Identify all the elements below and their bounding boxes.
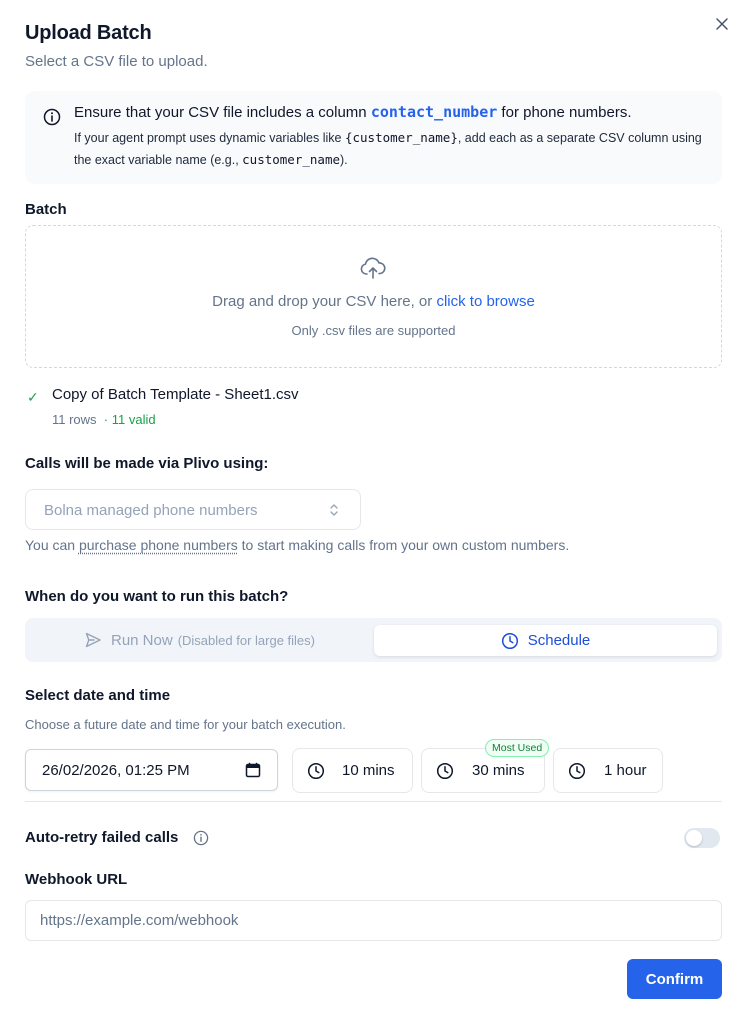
valid-count: · 11 valid <box>103 412 156 427</box>
dropzone-hint: Only .csv files are supported <box>291 323 456 338</box>
check-icon: ✓ <box>27 389 39 405</box>
calendar-icon[interactable] <box>245 762 261 778</box>
most-used-badge: Most Used <box>485 739 550 757</box>
confirm-button[interactable]: Confirm <box>627 959 722 999</box>
toggle-knob <box>686 830 702 846</box>
quick-1-hour-button[interactable]: 1 hour <box>553 748 663 793</box>
info-icon[interactable] <box>193 830 209 846</box>
close-button[interactable] <box>712 14 732 34</box>
dialog-subtitle: Select a CSV file to upload. <box>25 53 208 70</box>
row-count: 11 rows <box>52 412 97 427</box>
info-icon <box>43 108 61 126</box>
auto-retry-label: Auto-retry failed calls <box>25 829 179 846</box>
phone-number-select[interactable]: Bolna managed phone numbers <box>25 489 361 530</box>
dropzone-text: Drag and drop your CSV here, or click to… <box>212 293 535 310</box>
csv-dropzone[interactable]: Drag and drop your CSV here, or click to… <box>25 225 722 368</box>
info-secondary-text: If your agent prompt uses dynamic variab… <box>74 130 702 167</box>
batch-label: Batch <box>25 201 67 218</box>
calls-provider-label: Calls will be made via Plivo using: <box>25 455 269 472</box>
run-mode-toggle: Run Now (Disabled for large files) Schedu… <box>25 618 722 662</box>
clock-icon <box>307 762 325 780</box>
webhook-url-input[interactable] <box>25 900 722 941</box>
date-time-note: Choose a future date and time for your b… <box>25 717 346 732</box>
cloud-upload-icon <box>360 257 386 279</box>
section-divider <box>25 801 722 802</box>
csv-info-box: Ensure that your CSV file includes a col… <box>25 91 722 184</box>
close-icon <box>716 18 728 30</box>
info-primary-text: Ensure that your CSV file includes a col… <box>74 103 632 121</box>
datetime-value: 26/02/2026, 01:25 PM <box>42 762 190 779</box>
browse-link[interactable]: click to browse <box>436 293 534 310</box>
clock-icon <box>568 762 586 780</box>
auto-retry-toggle[interactable] <box>684 828 720 848</box>
datetime-input[interactable]: 26/02/2026, 01:25 PM <box>25 749 278 791</box>
uploaded-file-name: Copy of Batch Template - Sheet1.csv <box>52 386 299 403</box>
run-mode-label: When do you want to run this batch? <box>25 588 289 605</box>
clock-icon <box>501 632 518 649</box>
clock-icon <box>436 762 454 780</box>
schedule-option[interactable]: Schedule <box>374 625 717 656</box>
send-icon <box>85 632 101 648</box>
file-row-summary: 11 rows · 11 valid <box>52 412 156 427</box>
dialog-title: Upload Batch <box>25 22 152 44</box>
purchase-phone-numbers-link[interactable]: purchase phone numbers <box>79 537 238 553</box>
purchase-numbers-note: You can purchase phone numbers to start … <box>25 537 570 553</box>
run-now-option[interactable]: Run Now (Disabled for large files) <box>29 622 370 658</box>
webhook-label: Webhook URL <box>25 871 128 888</box>
contact-number-code: contact_number <box>370 103 498 121</box>
date-time-label: Select date and time <box>25 687 171 704</box>
phone-number-select-value: Bolna managed phone numbers <box>44 502 258 519</box>
quick-10-mins-button[interactable]: 10 mins <box>292 748 413 793</box>
chevron-up-down-icon <box>330 504 338 516</box>
